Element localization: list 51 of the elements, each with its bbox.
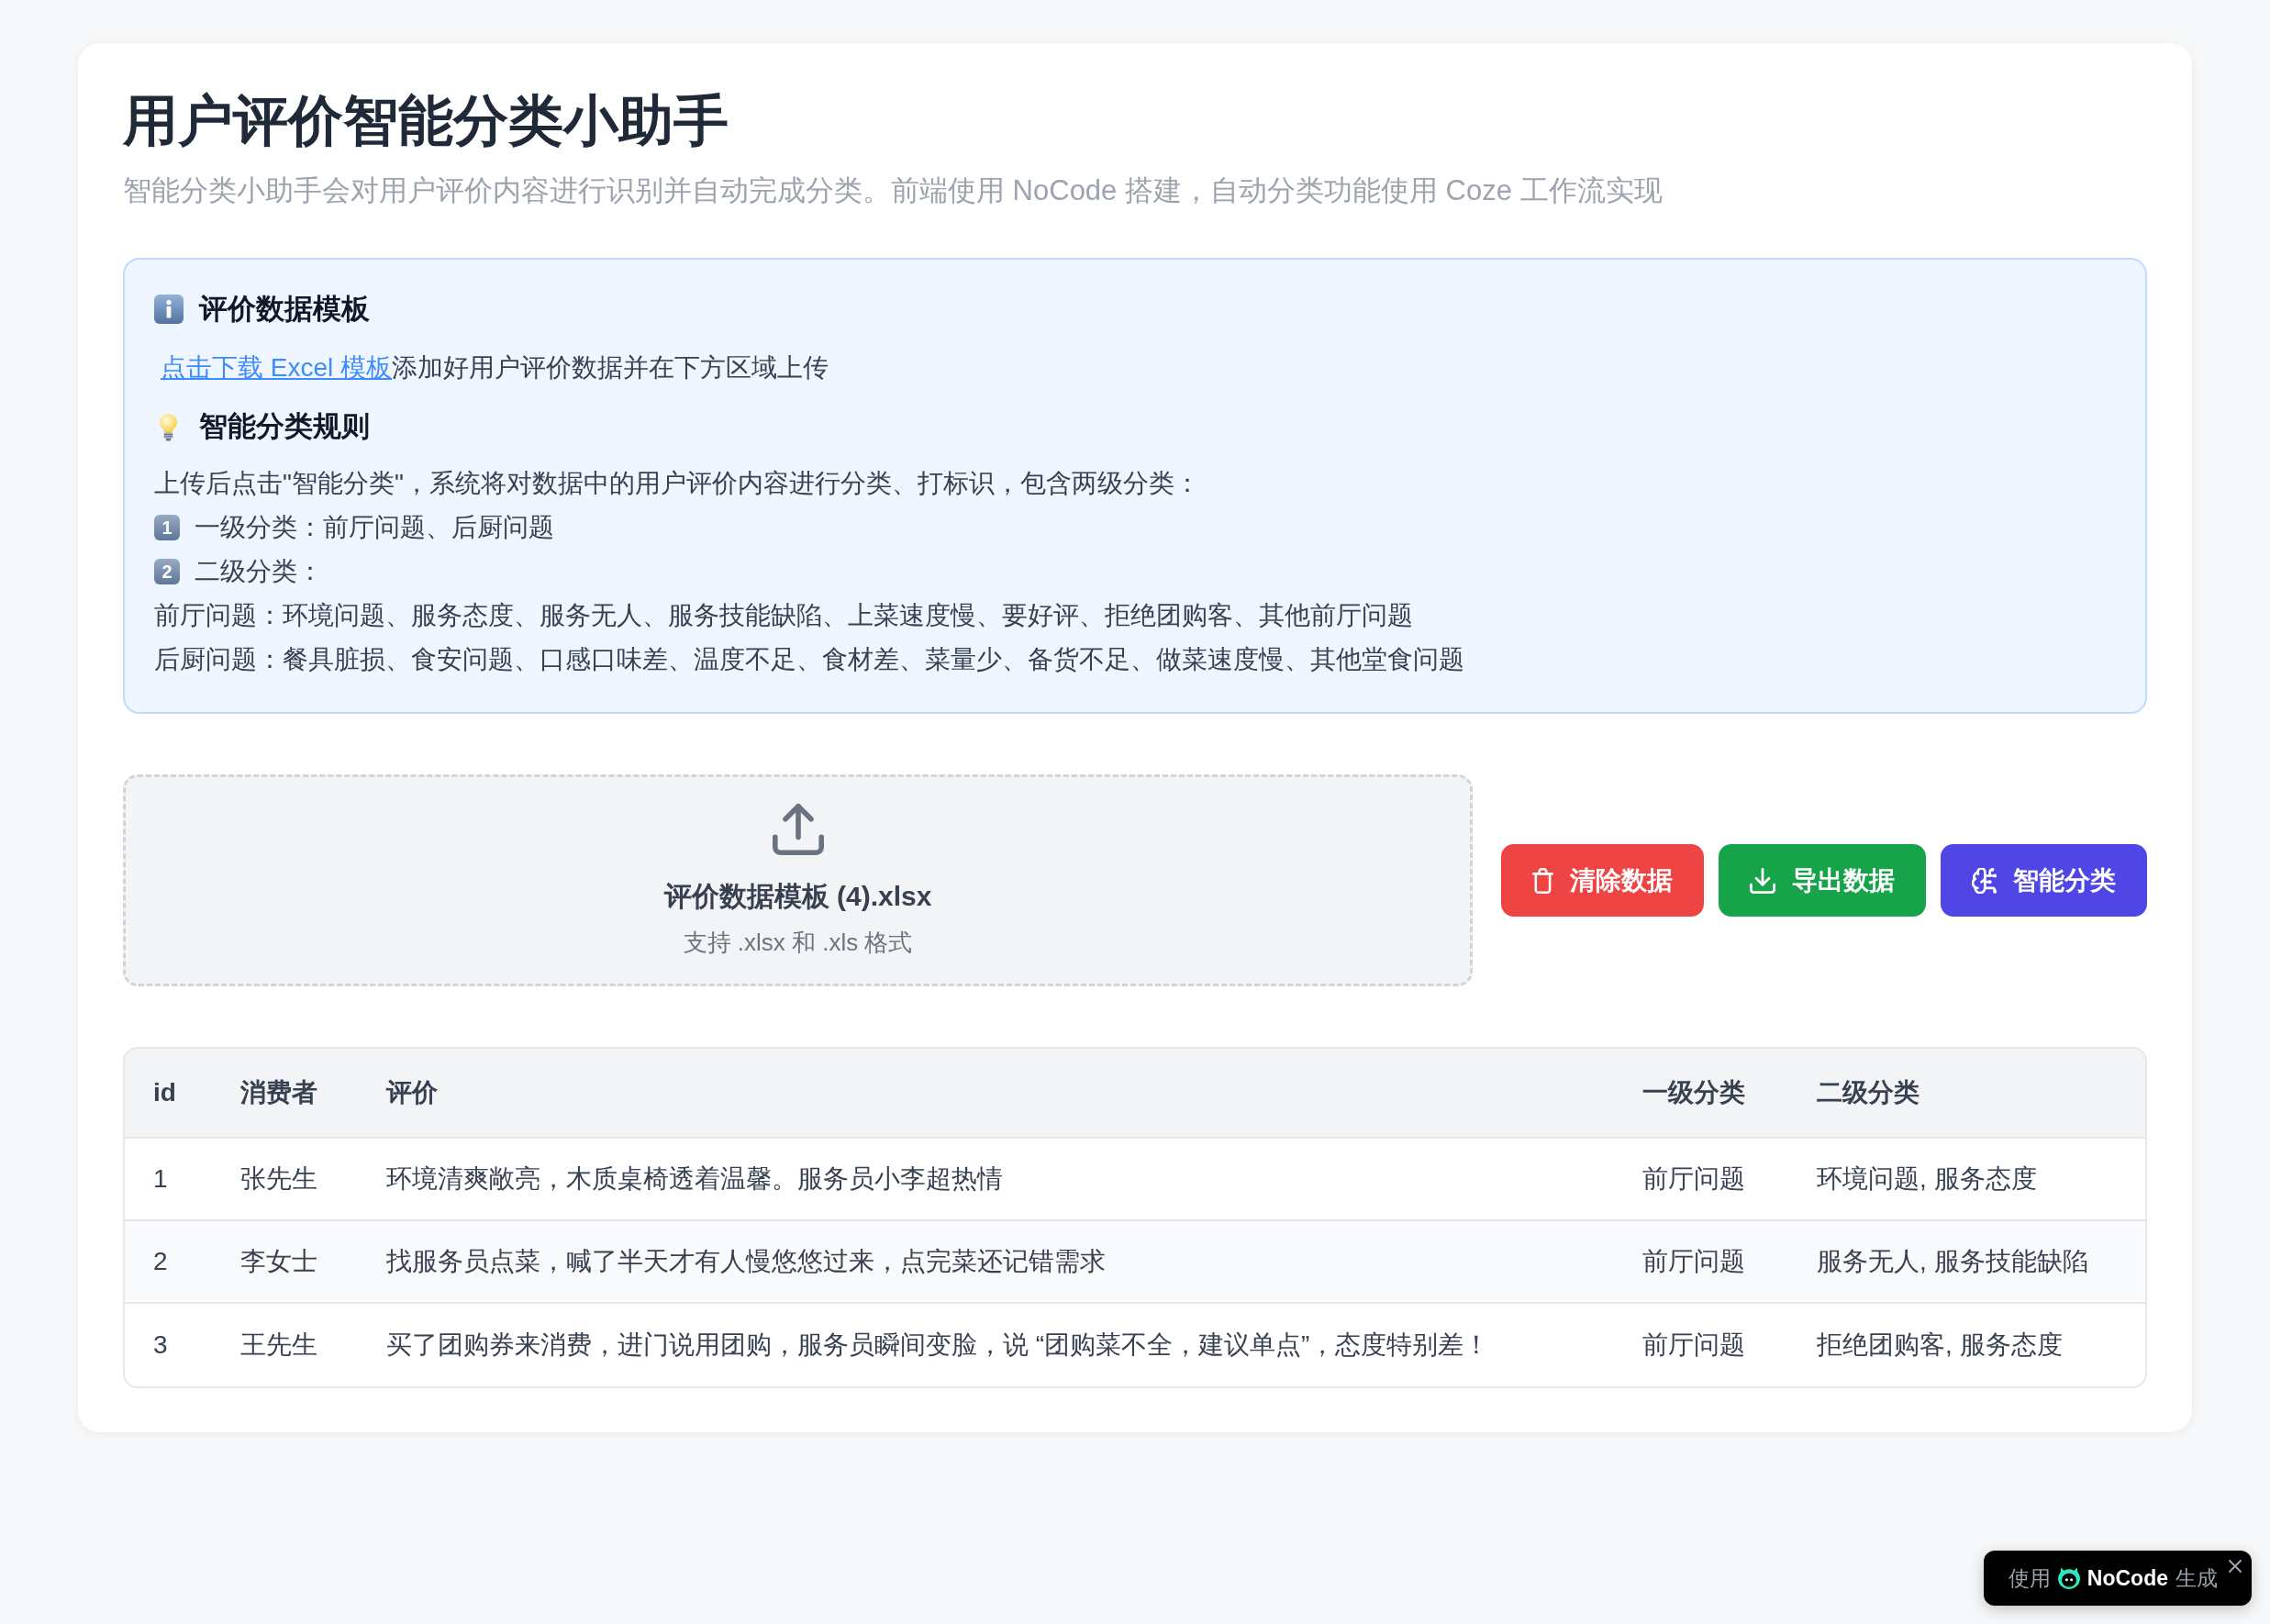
clear-data-button[interactable]: 清除数据 [1501, 844, 1704, 917]
table-cell-text: 张先生 [239, 1163, 318, 1195]
file-upload-area[interactable]: 评价数据模板 (4).xlsx 支持 .xlsx 和 .xls 格式 [123, 774, 1474, 986]
rules-intro: 上传后点击"智能分类"，系统将对数据中的用户评价内容进行分类、打标识，包含两级分类： [154, 468, 1201, 499]
brain-circuit-icon [1971, 867, 1997, 894]
table-cell-text: 王先生 [239, 1329, 318, 1361]
section-heading: 评价数据模板 [199, 292, 370, 327]
table-cell-text: 前厅问题 [1641, 1163, 1746, 1195]
column-header: 一级分类 [1641, 1077, 1746, 1108]
file-format-hint: 支持 .xlsx 和 .xls 格式 [683, 928, 913, 958]
info-icon [154, 295, 184, 324]
table-cell-text: 前厅问题 [1641, 1246, 1746, 1277]
number-key-marker: 1 [154, 515, 180, 540]
table-cell-text: 服务无人, 服务技能缺陷 [1816, 1246, 2089, 1277]
table-cell-text: 1 [152, 1163, 169, 1195]
rule-text: 二级分类： [195, 556, 323, 587]
download-icon [1749, 867, 1775, 894]
rule-detail: 前厅问题：环境问题、服务态度、服务无人、服务技能缺陷、上菜速度慢、要好评、拒绝团购客、其他前厅问题 [154, 600, 1414, 631]
section-heading: 智能分类规则 [199, 409, 370, 444]
table-cell-text: 前厅问题 [1641, 1329, 1746, 1361]
upload-icon [772, 804, 824, 855]
rule-detail: 后厨问题：餐具脏损、食安问题、口感口味差、温度不足、食材差、菜量少、备货不足、做菜速度慢、其他堂食问题 [154, 644, 1465, 675]
page-subtitle: 智能分类小助手会对用户评价内容进行识别并自动完成分类。前端使用 NoCode 搭建，自动分类功能使用 Coze 工作流实现 [123, 173, 1664, 208]
cat-face-icon [2057, 1567, 2080, 1589]
classify-button[interactable]: 智能分类 [1940, 844, 2147, 917]
table-cell-text: 找服务员点菜，喊了半天才有人慢悠悠过来，点完菜还记错需求 [385, 1246, 1107, 1277]
brand-name: NoCode [2086, 1565, 2168, 1591]
light-bulb-icon [159, 412, 178, 441]
file-name: 评价数据模板 (4).xlsx [663, 880, 932, 913]
page-title: 用户评价智能分类小助手 [123, 89, 729, 153]
column-header: 二级分类 [1816, 1077, 1920, 1108]
column-header: id [152, 1077, 177, 1108]
trash-icon [1532, 867, 1553, 894]
close-button[interactable] [2229, 1560, 2242, 1573]
export-data-button[interactable]: 导出数据 [1718, 844, 1926, 917]
close-icon [2229, 1560, 2242, 1573]
table-cell-text: 拒绝团购客, 服务态度 [1816, 1329, 2064, 1361]
table-cell-text: 环境清爽敞亮，木质桌椅透着温馨。服务员小李超热情 [385, 1163, 1004, 1195]
table-cell-text: 3 [152, 1329, 169, 1361]
table-cell-text: 买了团购券来消费，进门说用团购，服务员瞬间变脸，说 “团购菜不全，建议单点”，态度特别差！ [385, 1329, 1491, 1361]
badge-text: 生成 [2175, 1564, 2218, 1592]
table-cell-text: 环境问题, 服务态度 [1816, 1163, 2038, 1195]
download-template-link[interactable]: 点击下载 Excel 模板 [161, 353, 393, 382]
table-cell-text: 李女士 [239, 1246, 318, 1277]
rule-text: 一级分类：前厅问题、后厨问题 [195, 512, 554, 543]
number-key-marker: 2 [154, 559, 180, 584]
column-header: 消费者 [239, 1077, 318, 1108]
table-cell-text: 2 [152, 1246, 169, 1277]
template-instructions: 点击下载 Excel 模板添加好用户评价数据并在下方区域上传 [161, 352, 830, 384]
column-header: 评价 [384, 1077, 439, 1108]
badge-text: 使用 [2008, 1564, 2051, 1592]
